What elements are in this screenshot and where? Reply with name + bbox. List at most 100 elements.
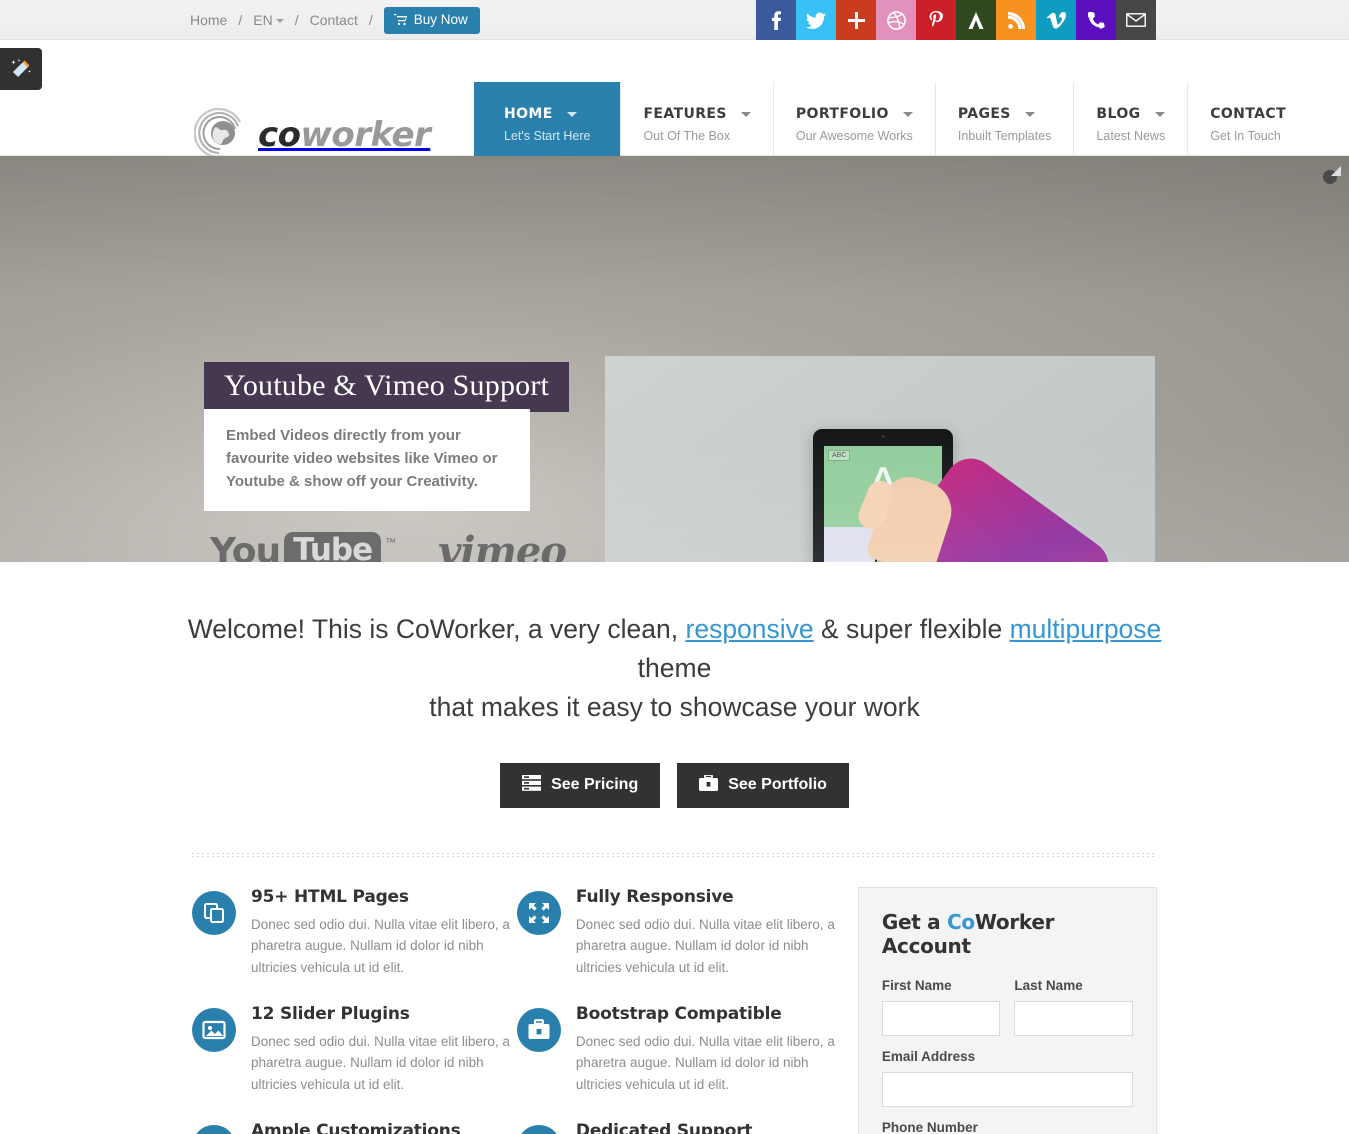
breadcrumb-contact[interactable]: Contact <box>310 12 358 28</box>
magic-wand-icon[interactable] <box>0 48 42 90</box>
social-links <box>756 0 1156 40</box>
nav-label-home: HOME <box>504 106 553 122</box>
breadcrumb: Home / EN / Contact / Buy Now <box>190 0 480 40</box>
feature-title: Dedicated Support <box>575 1120 753 1134</box>
chevron-down-icon <box>1154 111 1165 117</box>
phone-icon[interactable] <box>1076 0 1116 40</box>
forrst-icon[interactable] <box>956 0 996 40</box>
gears-icon <box>192 1124 236 1134</box>
phone-label: Phone Number <box>881 1119 978 1134</box>
feature-item: Ample Customizations Donec sed odio dui.… <box>192 1121 517 1134</box>
email-icon[interactable] <box>1116 0 1156 40</box>
nav-sub-features: Out Of The Box <box>643 129 731 143</box>
features-and-signup: 95+ HTML Pages Donec sed odio dui. Nulla… <box>192 886 1157 1134</box>
feature-column-2: Fully Responsive Donec sed odio dui. Nul… <box>516 887 842 1134</box>
rss-icon[interactable] <box>996 0 1036 40</box>
pinterest-icon[interactable] <box>916 0 956 40</box>
breadcrumb-separator-3: / <box>368 12 373 28</box>
feature-title: Bootstrap Compatible <box>575 1003 782 1024</box>
breadcrumb-home[interactable]: Home <box>190 12 227 28</box>
section-divider <box>192 851 1157 857</box>
nav-sub-home: Let's Start Here <box>504 129 591 143</box>
image-picture-icon <box>192 1007 236 1052</box>
nav-sub-contact: Get In Touch <box>1210 129 1281 143</box>
site-header: coworker HOME Let's Start Here FEATURES … <box>0 40 1349 198</box>
feature-text: Donec sed odio dui. Nulla vitae elit lib… <box>575 1033 835 1092</box>
see-pricing-button[interactable]: See Pricing <box>500 762 661 808</box>
welcome-link-responsive[interactable]: responsive <box>686 614 814 644</box>
see-portfolio-button[interactable]: See Portfolio <box>677 762 849 808</box>
signup-title: Get a CoWorker Account <box>882 910 1133 958</box>
top-utility-bar: Home / EN / Contact / Buy Now <box>0 0 1349 40</box>
signup-name-row: First Name Last Name <box>881 977 1133 1049</box>
chevron-down-icon <box>566 111 577 117</box>
page-root: Home / EN / Contact / Buy Now coworker H… <box>0 0 1349 1134</box>
chevron-down-icon <box>902 111 913 117</box>
youtube-logo-tube: Tube <box>284 532 382 562</box>
breadcrumb-separator: / <box>238 12 243 28</box>
facebook-icon[interactable] <box>756 0 796 40</box>
welcome-section: Welcome! This is CoWorker, a very clean,… <box>0 562 1349 857</box>
nav-sub-pages: Inbuilt Templates <box>957 129 1052 143</box>
feature-title: 95+ HTML Pages <box>251 886 409 907</box>
phone-group: Phone Number <box>882 1120 1133 1134</box>
site-logo[interactable]: coworker <box>193 107 431 162</box>
welcome-link-multipurpose[interactable]: multipurpose <box>1010 614 1162 644</box>
feature-item: Dedicated Support Donec sed odio dui. Nu… <box>516 1120 842 1134</box>
chevron-down-icon <box>275 19 284 23</box>
nav-label-pages: PAGES <box>957 106 1011 122</box>
nav-label-features: FEATURES <box>643 106 727 122</box>
email-field[interactable] <box>881 1071 1133 1107</box>
see-pricing-label: See Pricing <box>551 776 639 794</box>
twitter-icon[interactable] <box>796 0 836 40</box>
nav-sub-blog: Latest News <box>1096 129 1166 143</box>
last-name-input[interactable] <box>1014 1000 1133 1036</box>
welcome-headline: Welcome! This is CoWorker, a very clean,… <box>185 610 1165 727</box>
users-group-icon <box>516 1124 561 1134</box>
last-name-group: Last Name <box>1014 978 1133 1036</box>
feature-item: 12 Slider Plugins Donec sed odio dui. Nu… <box>192 1004 517 1095</box>
email-label: Email Address <box>881 1048 976 1064</box>
tablet-abc-label: ABC <box>828 450 851 461</box>
breadcrumb-separator-2: / <box>294 12 299 28</box>
welcome-cta-row: See Pricing See Portfolio <box>0 762 1349 808</box>
feature-text: Donec sed odio dui. Nulla vitae elit lib… <box>575 916 835 975</box>
welcome-text-1: Welcome! This is CoWorker, a very clean, <box>187 614 686 644</box>
feature-column-1: 95+ HTML Pages Donec sed odio dui. Nulla… <box>192 887 517 1134</box>
logo-wordmark: coworker <box>258 115 431 155</box>
feature-title: Ample Customizations <box>251 1120 461 1134</box>
youtube-logo-tm: ™ <box>385 537 397 549</box>
signup-form-panel: Get a CoWorker Account First Name Last N… <box>857 886 1157 1134</box>
first-name-input[interactable] <box>881 1000 1001 1036</box>
feature-text: Donec sed odio dui. Nulla vitae elit lib… <box>251 1033 510 1092</box>
logo-text-co: co <box>258 115 301 155</box>
welcome-text-3: theme <box>637 652 712 683</box>
first-name-group: First Name <box>881 977 1001 1036</box>
globe-swirl-icon <box>193 107 248 162</box>
buy-now-button[interactable]: Buy Now <box>383 6 480 34</box>
vimeo-icon[interactable] <box>1036 0 1076 40</box>
email-group: Email Address <box>881 1048 1133 1107</box>
feature-item: Bootstrap Compatible Donec sed odio dui.… <box>516 1003 842 1095</box>
first-name-label: First Name <box>881 977 952 993</box>
last-name-label: Last Name <box>1014 977 1083 993</box>
list-pricing-icon <box>522 774 542 796</box>
dribbble-icon[interactable] <box>876 0 916 40</box>
hero-title: Youtube & Vimeo Support <box>204 362 570 412</box>
slider-nav-dot[interactable] <box>1323 170 1337 184</box>
nav-label-blog: BLOG <box>1096 106 1141 122</box>
hero-brand-logos: You Tube ™ vimeo <box>210 528 567 562</box>
arrows-expand-icon <box>516 890 561 935</box>
logo-text-worker: worker <box>300 115 431 155</box>
tablet-camera <box>881 435 885 438</box>
language-selector[interactable]: EN <box>253 12 284 28</box>
chevron-down-icon <box>740 111 751 117</box>
feature-title: 12 Slider Plugins <box>251 1003 410 1024</box>
see-portfolio-label: See Portfolio <box>728 776 827 794</box>
buy-now-label: Buy Now <box>413 12 468 28</box>
nav-sub-portfolio: Our Awesome Works <box>795 129 913 143</box>
feature-item: Fully Responsive Donec sed odio dui. Nul… <box>516 887 842 978</box>
briefcase-icon <box>516 1007 561 1052</box>
google-plus-icon[interactable] <box>836 0 876 40</box>
signup-title-highlight: Co <box>947 909 975 934</box>
